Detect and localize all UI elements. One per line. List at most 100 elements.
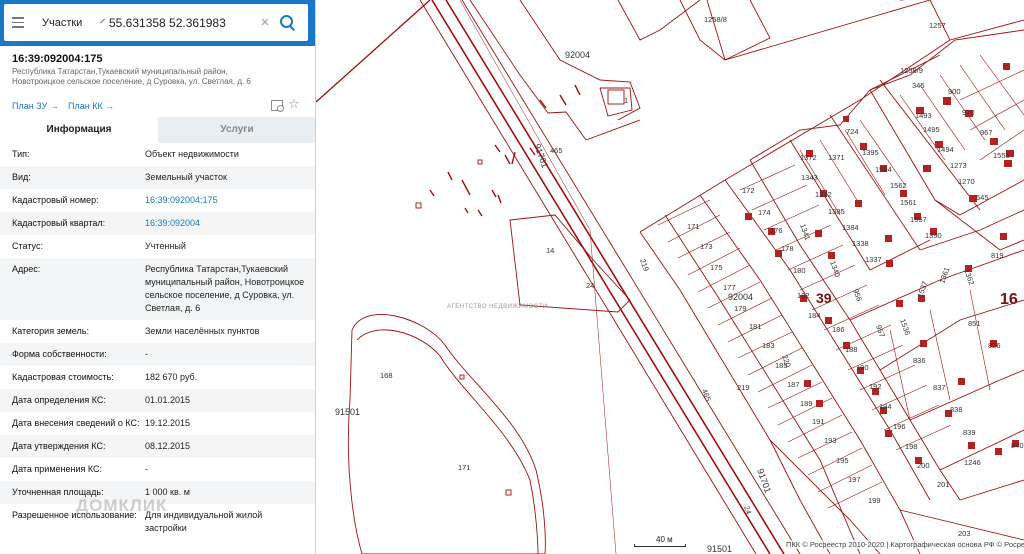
attribute-row: Тип: Объект недвижимости — [0, 143, 315, 166]
attribute-key: Дата применения КС: — [12, 464, 103, 474]
map-label: 1273 — [950, 161, 967, 170]
tab-services[interactable]: Услуги — [158, 117, 315, 143]
attribute-value: Республика Татарстан,Тукаевский муниципа… — [145, 264, 305, 313]
map-label: 1343 — [801, 173, 818, 182]
logo-subtitle: АГЕНТСТВО НЕДВИЖИМОСТИ — [447, 304, 548, 310]
map-label: 465 — [700, 388, 713, 403]
map-label: 1246 — [964, 458, 981, 467]
clear-icon[interactable]: × — [257, 14, 273, 31]
map-label: 181 — [749, 322, 762, 331]
map-label: 174 — [758, 208, 771, 217]
attribute-key: Категория земель: — [12, 326, 89, 336]
map-label: 840 — [1011, 441, 1024, 450]
map-label: 24 — [586, 281, 594, 290]
search-input[interactable]: 55.631358 52.361983 — [109, 16, 257, 30]
attribute-key: Адрес: — [12, 264, 41, 274]
attribute-value: 01.01.2015 — [145, 395, 191, 405]
attribute-value: Земельный участок — [145, 172, 227, 182]
map-label: 956 — [851, 288, 864, 303]
map-label: 819 — [991, 251, 1004, 260]
search-type-select[interactable]: Участки — [32, 16, 106, 29]
quarter-label: 91701 — [755, 467, 773, 494]
map-label: 1342 — [815, 190, 832, 199]
map-label: 1371 — [828, 153, 845, 162]
attribute-row: Статус: Учтенный — [0, 235, 315, 258]
attribute-key: Вид: — [12, 172, 31, 182]
tab-information[interactable]: Информация — [0, 117, 158, 143]
map-label: 836 — [913, 356, 926, 365]
plan-zu-link[interactable]: План ЗУ → — [12, 101, 59, 111]
attribute-key: Кадастровая стоимость: — [12, 372, 114, 382]
address-subtitle: Республика Татарстан,Тукаевский муниципа… — [12, 67, 251, 86]
attribute-key: Форма собственности: — [12, 349, 107, 359]
scale-bar: 40 м — [634, 535, 686, 547]
map-label: 195 — [836, 456, 849, 465]
zoom-to-object-icon[interactable] — [271, 100, 284, 112]
map-label: 1340 — [828, 260, 842, 279]
map-label: 545 — [976, 193, 989, 202]
map-label: 14 — [546, 246, 554, 255]
collapse-panel-icon[interactable]: ‹ — [314, 10, 315, 34]
tab-bar: Информация Услуги — [0, 117, 315, 143]
attribute-row: Дата применения КС: - — [0, 458, 315, 481]
cadastral-quarter-link[interactable]: 16:39:092004 — [145, 217, 305, 230]
map-label: 219 — [737, 383, 750, 392]
map-label: 168 — [380, 371, 393, 380]
map-label: 1361 — [937, 266, 951, 285]
map-label: 970 — [962, 108, 975, 117]
favorite-star-icon[interactable]: ☆ — [288, 96, 300, 112]
attribute-row: Дата внесения сведений о КС: 19.12.2015 — [0, 412, 315, 435]
map-label: 1258/8 — [704, 15, 727, 24]
map-label: 1385 — [828, 207, 845, 216]
map-copyright[interactable]: ПКК © Росреестр 2010-2020 | Картографиче… — [786, 540, 1024, 549]
attribute-key: Тип: — [12, 149, 30, 159]
map-label: 851 — [968, 319, 981, 328]
map-label: 178 — [781, 244, 794, 253]
map-label: 1341 — [798, 223, 812, 242]
cadastral-number-link[interactable]: 16:39:092004:175 — [145, 194, 305, 207]
search-type-label: Участки — [42, 16, 83, 29]
map-label: 1338 — [852, 239, 869, 248]
map-label: 196 — [893, 422, 906, 431]
attribute-key: Статус: — [12, 241, 43, 251]
quarter-label: 91501 — [335, 407, 360, 417]
map-label: 171 — [687, 222, 700, 231]
domklik-watermark: ДОМКЛИК — [76, 496, 168, 515]
map-label: 179 — [734, 304, 747, 313]
attribute-value: 08.12.2015 — [145, 441, 191, 451]
attribute-value: - — [145, 349, 148, 359]
map-label: 219 — [638, 258, 651, 273]
map-label: 92004 — [728, 292, 753, 302]
map-label: 826 — [988, 341, 1001, 350]
map-label: 1493 — [915, 111, 932, 120]
quarter-label: 39 — [816, 290, 832, 306]
attribute-key: Кадастровый номер: — [12, 195, 99, 205]
map-label: 186 — [832, 325, 845, 334]
search-icon[interactable] — [277, 12, 299, 34]
scale-line — [634, 544, 686, 547]
map-label: 1270 — [958, 177, 975, 186]
attribute-row: Кадастровая стоимость: 182 670 руб. — [0, 366, 315, 389]
cadastral-number-title: 16:39:092004:175 — [12, 53, 103, 65]
map-label: 1362 — [962, 268, 976, 287]
info-panel: Участки 55.631358 52.361983 × ‹ 16:39:09… — [0, 0, 316, 554]
map-label: 724 — [846, 127, 859, 136]
map-label: 187 — [787, 380, 800, 389]
scale-label: 40 м — [656, 535, 673, 544]
attribute-row: Дата определения КС: 01.01.2015 — [0, 389, 315, 412]
map-label: 183 — [762, 341, 775, 350]
map-label: 1562 — [890, 181, 907, 190]
attribute-key: Дата определения КС: — [12, 395, 106, 405]
map-label: 1555 — [993, 151, 1010, 160]
map-label: 173 — [700, 242, 713, 251]
map-label: 1395 — [862, 148, 879, 157]
map-label: 1594 — [875, 165, 892, 174]
search-box: Участки 55.631358 52.361983 × — [4, 4, 308, 41]
map-label: 184 — [808, 311, 821, 320]
attribute-value: Объект недвижимости — [145, 149, 239, 159]
map-label: 900 — [948, 87, 961, 96]
map-label: 199 — [868, 496, 881, 505]
map-label: 191 — [812, 417, 825, 426]
plan-kk-link[interactable]: План КК → — [68, 101, 114, 111]
hamburger-menu-icon[interactable] — [4, 5, 32, 41]
